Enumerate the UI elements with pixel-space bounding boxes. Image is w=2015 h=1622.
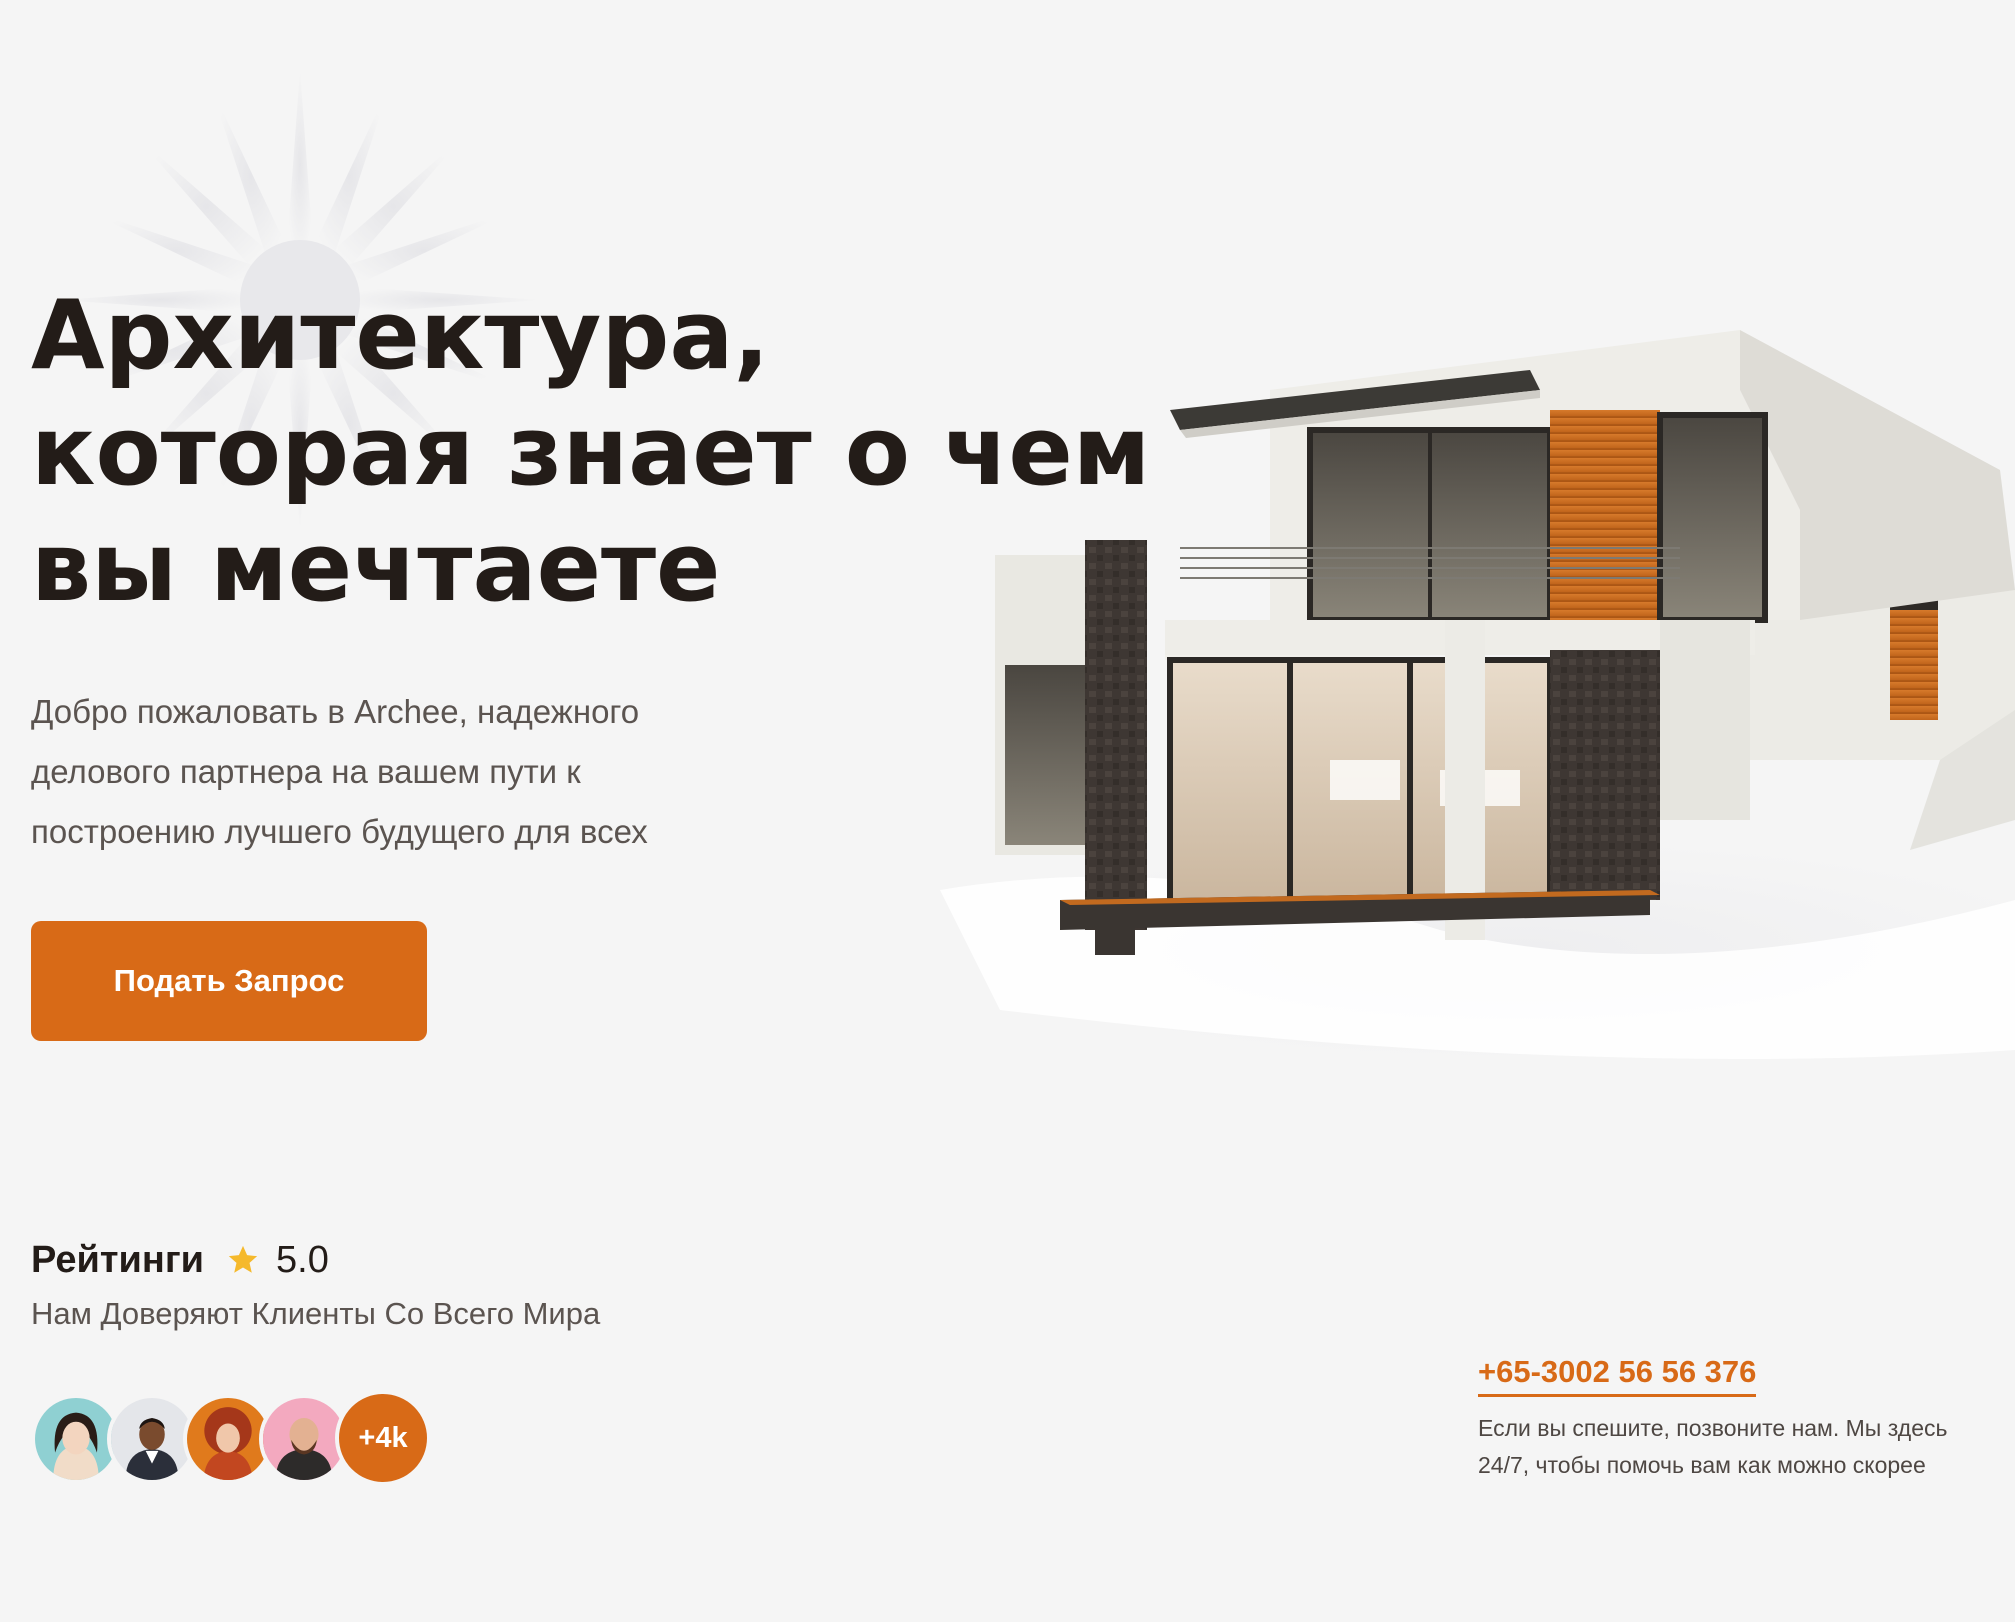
avatar-man-icon (263, 1398, 345, 1480)
hero-page: Архитектура, которая знает о чем вы мечт… (0, 0, 2015, 1622)
avatar-woman-icon (35, 1398, 117, 1480)
intro-line: Добро пожаловать в Archee, надежного (31, 693, 640, 730)
client-avatars: +4k (31, 1390, 451, 1490)
rating-label: Рейтинги (31, 1238, 205, 1281)
rating-row: Рейтинги 5.0 (31, 1235, 329, 1285)
avatar-man-icon (111, 1398, 193, 1480)
contact-note-line: Если вы спешите, позвоните нам. Мы здесь (1478, 1415, 1948, 1441)
avatar-woman-icon (187, 1398, 269, 1480)
contact-note: Если вы спешите, позвоните нам. Мы здесь… (1478, 1410, 1998, 1484)
rating-subtitle: Нам Доверяют Клиенты Со Всего Мира (31, 1296, 601, 1331)
hero-intro: Добро пожаловать в Archee, надежного дел… (31, 682, 751, 862)
intro-line: построению лучшего будущего для всех (31, 813, 648, 850)
modern-house-illustration (940, 330, 2015, 1060)
intro-line: делового партнера на вашем пути к (31, 753, 581, 790)
rating-value: 5.0 (276, 1238, 329, 1281)
star-icon (228, 1245, 258, 1273)
phone-link[interactable]: +65-3002 56 56 376 (1478, 1354, 1757, 1397)
submit-request-button[interactable]: Подать Запрос (31, 921, 427, 1041)
more-clients-badge: +4k (335, 1390, 431, 1486)
contact-note-line: 24/7, чтобы помочь вам как можно скорее (1478, 1452, 1926, 1478)
